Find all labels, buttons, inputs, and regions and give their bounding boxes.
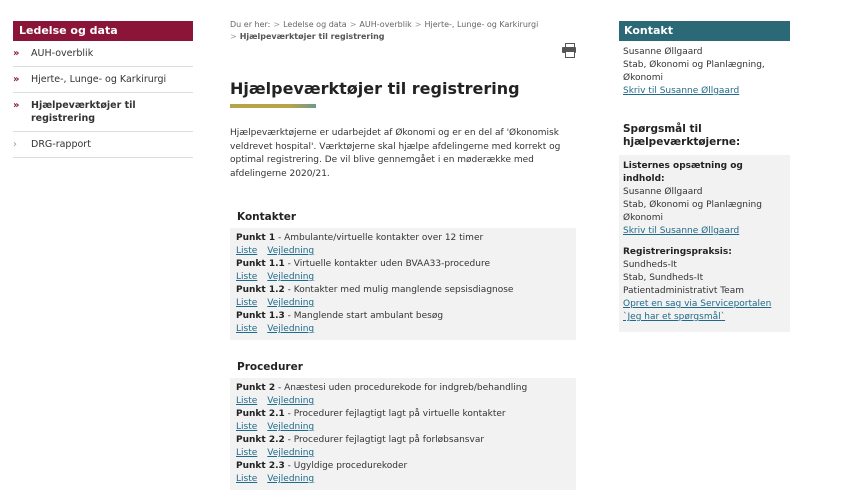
sidebar-item-drg-rapport[interactable]: › DRG-rapport <box>13 132 193 158</box>
liste-link[interactable]: Liste <box>236 246 257 256</box>
breadcrumb: Du er her: > Ledelse og data > AUH-overblik >… <box>230 19 580 43</box>
vejledning-link[interactable]: Vejledning <box>267 246 314 256</box>
sidebar-item-auh-overblik[interactable]: » AUH-overblik <box>13 41 193 67</box>
sidebar-item-label: DRG-rapport <box>31 139 91 150</box>
breadcrumb-prefix: Du er her: <box>230 20 271 29</box>
vejledning-link[interactable]: Vejledning <box>267 448 314 458</box>
breadcrumb-current: Hjælpeværktøjer til registrering <box>239 32 385 41</box>
kontakter-box: Punkt 1 - Ambulante/virtuelle kontakter … <box>230 228 576 340</box>
breadcrumb-item-auh[interactable]: AUH-overblik <box>359 20 411 29</box>
breadcrumb-item-ledelse[interactable]: Ledelse og data <box>283 20 347 29</box>
point-links: Liste Vejledning <box>236 473 570 486</box>
point-links: Liste Vejledning <box>236 323 570 336</box>
contact-heading: Kontakt <box>619 21 790 41</box>
vejledning-link[interactable]: Vejledning <box>267 272 314 282</box>
point-item: Punkt 1.2 - Kontakter med mulig manglend… <box>236 285 514 295</box>
questions-block1-heading: Listernes opsætning og indhold: <box>623 161 743 184</box>
sidebar-item-hjaelpevaerktoejer[interactable]: » Hjælpeværktøjer til registrering <box>13 93 193 132</box>
vejledning-link[interactable]: Vejledning <box>267 396 314 406</box>
point-links: Liste Vejledning <box>236 421 570 434</box>
chevron-right-icon: › <box>13 139 17 150</box>
point-item: Punkt 2.2 - Procedurer fejlagtigt lagt p… <box>236 435 485 445</box>
liste-link[interactable]: Liste <box>236 324 257 334</box>
sidebar-heading[interactable]: Ledelse og data <box>13 21 193 41</box>
questions-block1-dept2: Økonomi <box>623 213 663 223</box>
sidebar-item-label: AUH-overblik <box>31 48 94 59</box>
breadcrumb-separator: > <box>349 20 357 29</box>
left-sidebar: Ledelse og data » AUH-overblik » Hjerte-… <box>13 21 193 158</box>
point-links: Liste Vejledning <box>236 297 570 310</box>
sidebar-item-hjerte-lunge[interactable]: » Hjerte-, Lunge- og Karkirurgi <box>13 67 193 93</box>
contact-dept2: Økonomi <box>623 73 663 83</box>
liste-link[interactable]: Liste <box>236 422 257 432</box>
page-title: Hjælpeværktøjer til registrering <box>230 79 520 98</box>
breadcrumb-item-hjerte[interactable]: Hjerte-, Lunge- og Karkirurgi <box>425 20 539 29</box>
vejledning-link[interactable]: Vejledning <box>267 422 314 432</box>
sidebar-item-label: Hjælpeværktøjer til registrering <box>31 100 136 124</box>
contact-card: Susanne Øllgaard Stab, Økonomi og Planlæ… <box>619 41 790 103</box>
point-item: Punkt 2.3 - Ugyldige procedurekoder <box>236 461 408 471</box>
sidebar-item-label: Hjerte-, Lunge- og Karkirurgi <box>31 74 167 85</box>
point-item: Punkt 1 - Ambulante/virtuelle kontakter … <box>236 233 484 243</box>
liste-link[interactable]: Liste <box>236 448 257 458</box>
questions-block1-dept: Stab, Økonomi og Planlægning <box>623 200 762 210</box>
point-item: Punkt 2.1 - Procedurer fejlagtigt lagt p… <box>236 409 506 419</box>
questions-block1-link[interactable]: Skriv til Susanne Øllgaard <box>623 226 739 236</box>
questions-block2-line2: Stab, Sundheds-It <box>623 273 704 283</box>
point-item: Punkt 1.3 - Manglende start ambulant bes… <box>236 311 444 321</box>
intro-text: Hjælpeværktøjerne er udarbejdet af Økono… <box>230 128 561 179</box>
questions-title: Spørgsmål til hjælpeværktøjerne: <box>623 123 741 148</box>
questions-block2-heading: Registreringspraksis: <box>623 247 732 257</box>
contact-name: Susanne Øllgaard <box>623 47 703 57</box>
question-link[interactable]: `Jeg har et spørgsmål` <box>623 312 725 322</box>
liste-link[interactable]: Liste <box>236 396 257 406</box>
double-chevron-icon: » <box>13 74 20 85</box>
questions-block2-line3: Patientadministrativt Team <box>623 286 745 296</box>
breadcrumb-separator: > <box>230 32 237 41</box>
vejledning-link[interactable]: Vejledning <box>267 474 314 484</box>
breadcrumb-separator: > <box>414 20 422 29</box>
title-underline <box>230 104 316 108</box>
section-heading-procedurer: Procedurer <box>237 361 303 373</box>
vejledning-link[interactable]: Vejledning <box>267 324 314 334</box>
section-heading-kontakter: Kontakter <box>237 211 297 223</box>
point-links: Liste Vejledning <box>236 395 570 408</box>
questions-block2-line1: Sundheds-It <box>623 260 677 270</box>
procedurer-box: Punkt 2 - Anæstesi uden procedurekode fo… <box>230 378 576 490</box>
breadcrumb-separator: > <box>273 20 281 29</box>
point-item: Punkt 2 - Anæstesi uden procedurekode fo… <box>236 383 528 393</box>
main-content: Du er her: > Ledelse og data > AUH-overblik >… <box>230 19 580 490</box>
contact-dept: Stab, Økonomi og Planlægning, <box>623 60 765 70</box>
double-chevron-icon: » <box>13 100 20 111</box>
liste-link[interactable]: Liste <box>236 298 257 308</box>
contact-email-link[interactable]: Skriv til Susanne Øllgaard <box>623 86 739 96</box>
point-links: Liste Vejledning <box>236 245 570 258</box>
liste-link[interactable]: Liste <box>236 474 257 484</box>
print-icon[interactable] <box>562 43 576 58</box>
vejledning-link[interactable]: Vejledning <box>267 298 314 308</box>
serviceportal-link[interactable]: Opret en sag via Serviceportalen <box>623 299 771 309</box>
double-chevron-icon: » <box>13 48 20 59</box>
point-links: Liste Vejledning <box>236 447 570 460</box>
point-links: Liste Vejledning <box>236 271 570 284</box>
liste-link[interactable]: Liste <box>236 272 257 282</box>
questions-box: Listernes opsætning og indhold: Susanne … <box>619 155 790 332</box>
right-column: Kontakt Susanne Øllgaard Stab, Økonomi o… <box>619 21 790 332</box>
questions-block1-name: Susanne Øllgaard <box>623 187 703 197</box>
point-item: Punkt 1.1 - Virtuelle kontakter uden BVA… <box>236 259 490 269</box>
